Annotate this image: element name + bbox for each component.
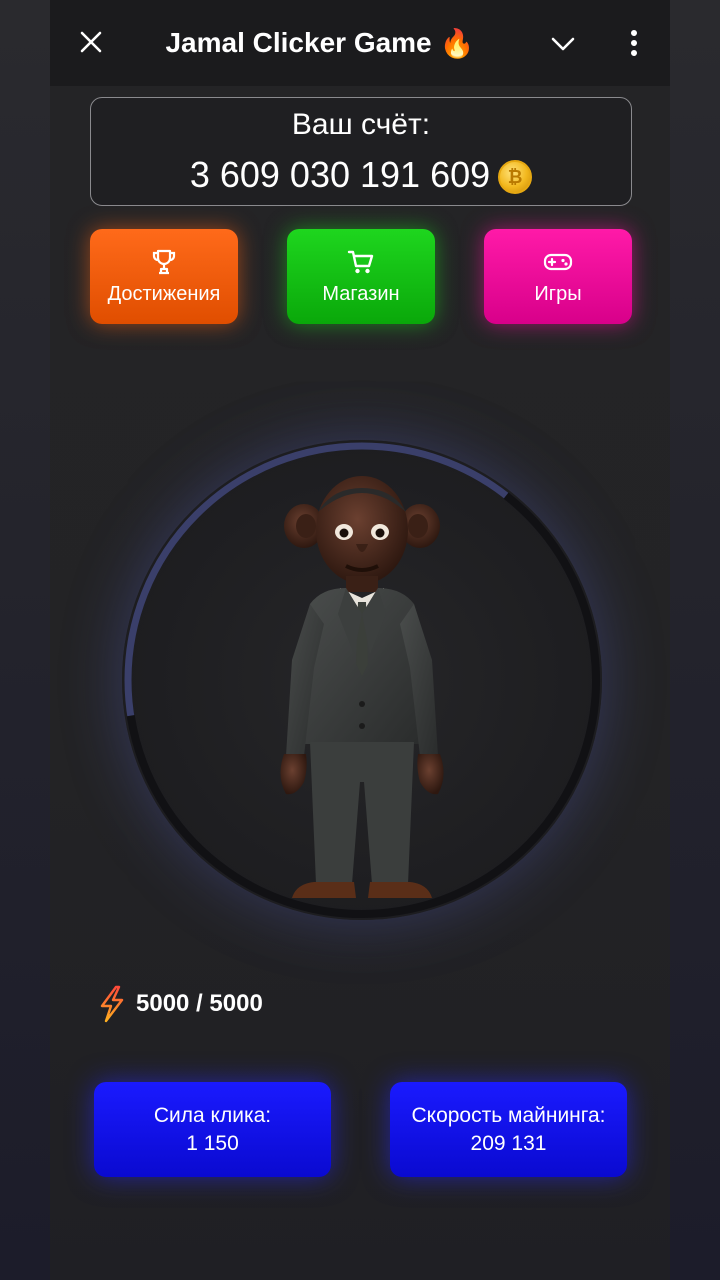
trophy-icon	[152, 249, 176, 275]
mini-app: Jamal Clicker Game 🔥 Ваш счёт: 3 609 030…	[50, 0, 670, 1280]
close-icon	[80, 31, 102, 53]
app-title-text: Jamal Clicker Game	[165, 27, 432, 58]
games-label: Игры	[534, 283, 582, 305]
page: Jamal Clicker Game 🔥 Ваш счёт: 3 609 030…	[0, 0, 720, 1280]
backdrop-right	[670, 0, 720, 1280]
gamepad-icon	[543, 253, 573, 271]
character-image[interactable]	[262, 464, 462, 904]
collapse-button[interactable]	[547, 28, 579, 60]
close-button[interactable]	[76, 27, 106, 57]
coin-icon: ₿	[498, 160, 533, 194]
energy-value: 5000 / 5000	[136, 990, 263, 1017]
score-label: Ваш счёт:	[291, 108, 431, 141]
mining-speed-label: Скорость майнинга:	[411, 1103, 606, 1127]
mining-speed-button[interactable]: Скорость майнинга: 209 131	[390, 1082, 627, 1177]
shop-label: Магазин	[322, 283, 400, 305]
fire-icon: 🔥	[439, 27, 475, 59]
energy-indicator: 5000 / 5000	[98, 984, 263, 1024]
score-value: 3 609 030 191 609	[189, 154, 491, 195]
achievements-label: Достижения	[107, 283, 221, 305]
chevron-down-icon	[551, 37, 575, 51]
app-title: Jamal Clicker Game 🔥	[150, 22, 490, 64]
app-header: Jamal Clicker Game 🔥	[50, 0, 670, 86]
click-power-button[interactable]: Сила клика: 1 150	[94, 1082, 331, 1177]
click-power-value: 1 150	[186, 1131, 239, 1155]
lightning-icon	[100, 985, 124, 1023]
backdrop-left	[0, 0, 50, 1280]
more-vertical-icon	[631, 30, 637, 56]
clicker-area[interactable]	[122, 440, 602, 920]
click-power-label: Сила клика:	[153, 1103, 272, 1127]
cart-icon	[347, 250, 374, 274]
achievements-button[interactable]: Достижения	[90, 229, 238, 324]
score-row: 3 609 030 191 609 ₿	[91, 154, 631, 196]
shop-button[interactable]: Магазин	[287, 229, 435, 324]
games-button[interactable]: Игры	[484, 229, 632, 324]
mining-speed-value: 209 131	[470, 1131, 547, 1155]
score-panel: Ваш счёт: 3 609 030 191 609 ₿	[90, 97, 632, 206]
more-menu-button[interactable]	[620, 26, 648, 60]
